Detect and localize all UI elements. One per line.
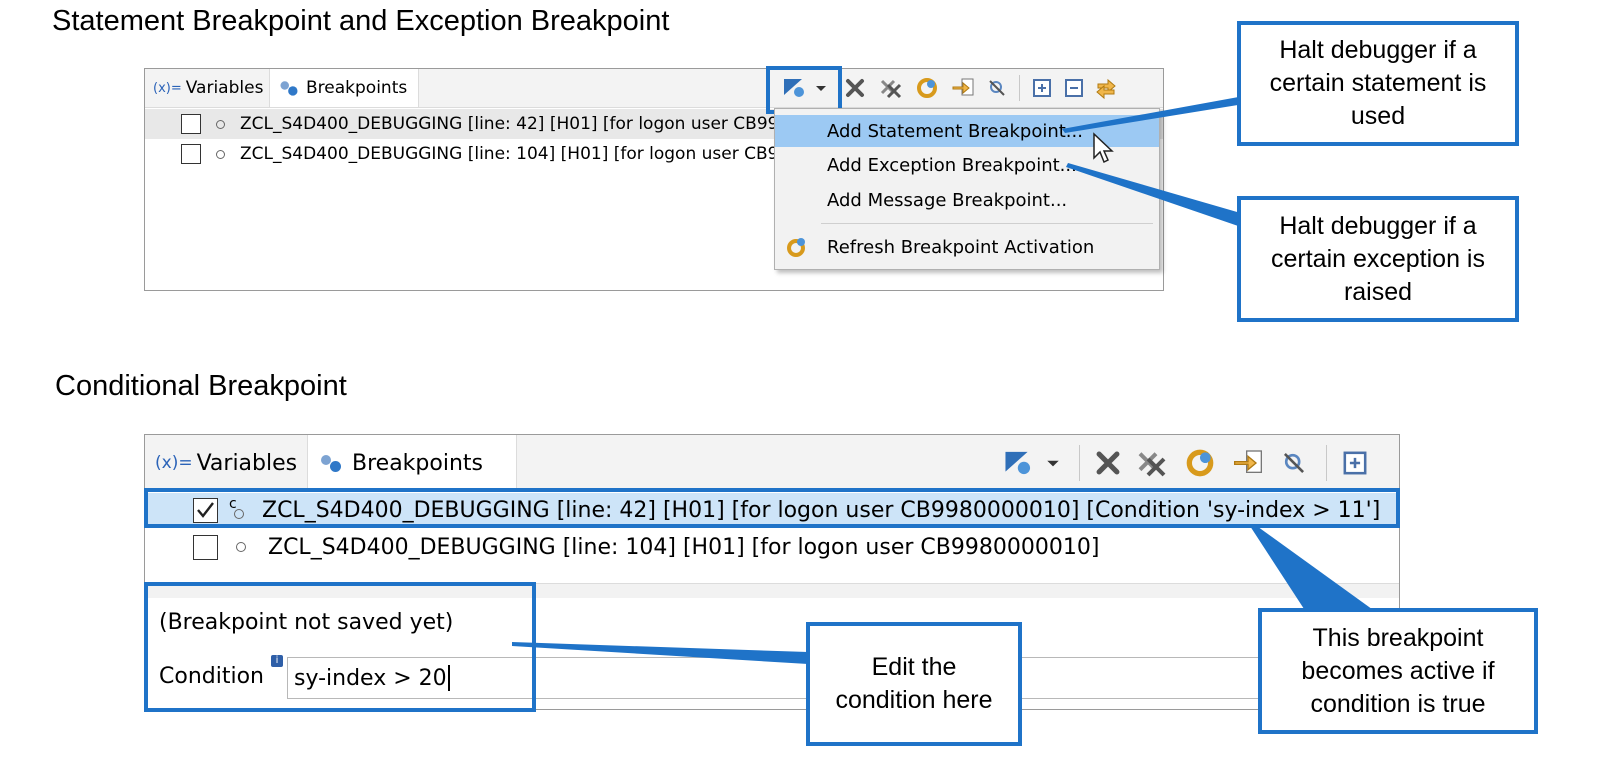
expand-all-icon — [1033, 79, 1051, 97]
remove-all-icon — [1138, 452, 1166, 477]
skip-all-breakpoints-button[interactable] — [1272, 435, 1316, 491]
breakpoint-label: ZCL_S4D400_DEBUGGING [line: 104] [H01] [… — [240, 144, 790, 164]
menu-item-label: Add Exception Breakpoint... — [827, 154, 1077, 176]
import-breakpoints-button[interactable] — [945, 69, 981, 107]
callout-exception-breakpoint: Halt debugger if a certain exception is … — [1237, 196, 1519, 322]
menu-item-label: Add Statement Breakpoint... — [827, 120, 1083, 142]
add-breakpoint-dropdown[interactable] — [993, 435, 1071, 491]
tab-breakpoints-label: Breakpoints — [306, 78, 408, 98]
breakpoint-checkbox[interactable] — [193, 534, 218, 560]
remove-breakpoint-button[interactable] — [1088, 435, 1128, 491]
skip-all-icon — [989, 80, 1005, 96]
refresh-activation-icon — [1186, 449, 1214, 477]
breakpoint-status-icon — [216, 149, 225, 159]
section-title-statement-exception: Statement Breakpoint and Exception Break… — [52, 5, 670, 37]
callout-edit-condition: Edit the condition here — [806, 622, 1022, 746]
breakpoint-status-icon — [236, 542, 246, 552]
breakpoint-checkbox[interactable] — [181, 114, 201, 134]
tab-breakpoints[interactable]: Breakpoints — [269, 69, 419, 107]
refresh-activation-icon — [917, 78, 937, 98]
section-title-conditional: Conditional Breakpoint — [55, 370, 347, 402]
breakpoint-row[interactable]: ZCL_S4D400_DEBUGGING [line: 104] [H01] [… — [145, 529, 1399, 565]
condition-editor-highlight-box — [144, 582, 536, 712]
remove-icon — [1096, 451, 1120, 475]
import-breakpoints-button[interactable] — [1224, 435, 1272, 491]
breakpoint-checkbox[interactable] — [181, 144, 201, 164]
menu-item-label: Add Message Breakpoint... — [827, 189, 1068, 211]
cursor-icon — [1093, 132, 1114, 164]
view-tabbar: (x)= Variables Breakpoints — [145, 69, 1163, 108]
breakpoint-label: ZCL_S4D400_DEBUGGING [line: 42] [H01] [f… — [240, 114, 790, 134]
menu-separator — [821, 223, 1153, 224]
menu-item-label: Refresh Breakpoint Activation — [827, 236, 1095, 258]
breakpoints-icon — [280, 80, 299, 96]
import-icon — [952, 78, 974, 96]
tab-variables[interactable]: (x)= Variables — [145, 435, 317, 491]
tab-variables[interactable]: (x)= Variables — [145, 69, 277, 107]
refresh-activation-button[interactable] — [909, 69, 945, 107]
expand-all-button[interactable] — [1026, 69, 1058, 107]
callout-breakpoint-active: This breakpoint becomes active if condit… — [1258, 608, 1538, 734]
remove-all-icon — [880, 79, 902, 99]
skip-all-icon — [1283, 452, 1305, 474]
link-with-editor-button[interactable] — [1090, 69, 1122, 107]
view-toolbar — [993, 435, 1397, 491]
import-icon — [1234, 450, 1262, 473]
menu-item-add-message-breakpoint[interactable]: Add Message Breakpoint... — [775, 184, 1159, 216]
skip-all-breakpoints-button[interactable] — [981, 69, 1013, 107]
breakpoint-label: ZCL_S4D400_DEBUGGING [line: 104] [H01] [… — [268, 534, 1100, 560]
dropdown-highlight-box — [766, 66, 842, 114]
remove-icon — [846, 79, 864, 97]
tab-variables-label: Variables — [185, 78, 264, 98]
conditional-row-highlight-box — [144, 488, 1400, 528]
remove-all-breakpoints-button[interactable] — [1128, 435, 1176, 491]
variables-icon: (x)= — [155, 453, 193, 473]
refresh-activation-icon — [787, 238, 805, 257]
breakpoints-icon — [320, 454, 344, 472]
dropdown-arrow-icon — [1047, 460, 1059, 467]
variables-icon: (x)= — [153, 80, 182, 96]
remove-all-breakpoints-button[interactable] — [873, 69, 909, 107]
callout-statement-breakpoint: Halt debugger if a certain statement is … — [1237, 21, 1519, 146]
tab-variables-label: Variables — [196, 450, 298, 476]
expand-all-button[interactable] — [1337, 435, 1373, 491]
remove-breakpoint-button[interactable] — [837, 69, 873, 107]
refresh-activation-button[interactable] — [1176, 435, 1224, 491]
collapse-all-icon — [1065, 79, 1083, 97]
link-editor-icon — [1096, 78, 1116, 100]
tab-breakpoints[interactable]: Breakpoints — [307, 435, 517, 491]
add-breakpoint-icon — [1005, 451, 1031, 475]
view-tabbar: (x)= Variables Breakpoints — [145, 435, 1399, 492]
collapse-all-button[interactable] — [1058, 69, 1090, 107]
menu-item-refresh-breakpoint-activation[interactable]: Refresh Breakpoint Activation — [775, 231, 1159, 263]
expand-all-icon — [1343, 451, 1367, 475]
tab-breakpoints-label: Breakpoints — [352, 450, 483, 476]
breakpoint-status-icon — [216, 119, 225, 129]
